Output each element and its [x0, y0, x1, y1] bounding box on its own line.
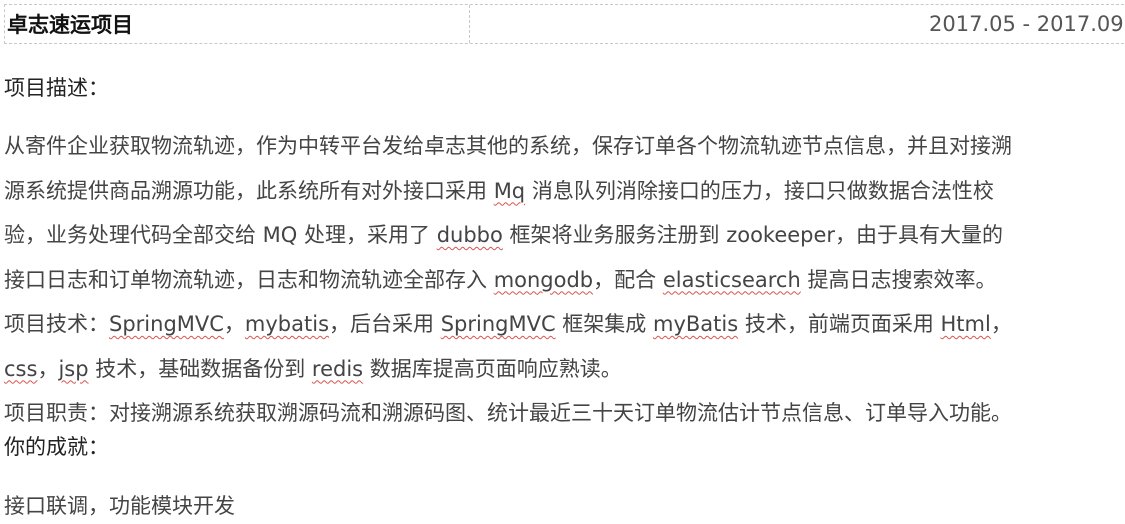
spellcheck-word: SpringMVC	[109, 312, 224, 336]
text-segment: ，后台采用	[329, 312, 441, 336]
description-line: 项目职责：对接溯源系统获取溯源码流和溯源码图、统计最近三十天订单物流估计节点信息…	[4, 391, 1125, 436]
spellcheck-word: dubbo	[436, 223, 503, 247]
text-segment: 项目技术：	[4, 312, 109, 336]
text-segment: 项目职责：对接溯源系统获取溯源码流和溯源码图、统计最近三十天订单物流估计节点信息…	[4, 401, 1012, 425]
text-segment: 技术，基础数据备份到	[88, 356, 312, 381]
description-line: 从寄件企业获取物流轨迹，作为中转平台发给卓志其他的系统，保存订单各个物流轨迹节点…	[4, 124, 1125, 169]
description-line: css，jsp 技术，基础数据备份到 redis 数据库提高页面响应熟读。	[4, 347, 1125, 392]
text-segment: 数据库提高页面响应熟读。	[363, 356, 622, 381]
text-segment: ，	[37, 356, 59, 381]
spellcheck-word: mongodb	[493, 267, 594, 292]
description-heading: 项目描述：	[4, 76, 109, 100]
spellcheck-word: Html	[940, 312, 991, 336]
description-line: 接口日志和订单物流轨迹，日志和物流轨迹全部存入 mongodb，配合 elast…	[4, 258, 1125, 303]
description-paragraph: 从寄件企业获取物流轨迹，作为中转平台发给卓志其他的系统，保存订单各个物流轨迹节点…	[4, 124, 1125, 436]
text-segment: 框架集成	[555, 312, 653, 336]
text-segment: 验，业务处理代码全部交给 MQ 处理，采用了	[4, 223, 437, 247]
text-segment: ，	[990, 312, 1012, 336]
spellcheck-word: SpringMVC	[440, 312, 556, 336]
text-segment: 接口日志和订单物流轨迹，日志和物流轨迹全部存入	[4, 267, 494, 292]
text-segment: 框架将业务服务注册到 zookeeper，由于具有大量的	[502, 223, 1004, 247]
text-segment: 提高日志搜索效率。	[800, 267, 997, 292]
spellcheck-word: elasticsearch	[662, 267, 801, 292]
spellcheck-word: myBatis	[652, 312, 739, 336]
text-segment: 技术，前端页面采用	[738, 312, 941, 336]
spellcheck-word: jsp	[58, 356, 89, 381]
text-segment: ，配合	[593, 267, 663, 292]
project-period: 2017.05 - 2017.09	[929, 12, 1124, 36]
text-segment: 源系统提供商品溯源功能，此系统所有对外接口采用	[4, 178, 494, 203]
spellcheck-word: css	[4, 356, 38, 381]
project-title: 卓志速运项目	[5, 5, 470, 43]
spellcheck-word: Mq	[493, 178, 526, 203]
achievement-text: 接口联调，功能模块开发	[4, 494, 235, 518]
project-header-row: 卓志速运项目 2017.05 - 2017.09	[4, 4, 1125, 44]
description-line: 项目技术：SpringMVC，mybatis，后台采用 SpringMVC 框架…	[4, 302, 1125, 347]
text-segment: 从寄件企业获取物流轨迹，作为中转平台发给卓志其他的系统，保存订单各个物流轨迹节点…	[4, 134, 1012, 158]
spellcheck-word: redis	[311, 356, 364, 381]
description-line: 验，业务处理代码全部交给 MQ 处理，采用了 dubbo 框架将业务服务注册到 …	[4, 213, 1125, 258]
text-segment: 消息队列消除接口的压力，接口只做数据合法性校	[525, 178, 994, 203]
text-segment: ，	[223, 312, 245, 336]
description-line: 源系统提供商品溯源功能，此系统所有对外接口采用 Mq 消息队列消除接口的压力，接…	[4, 169, 1125, 214]
spellcheck-word: mybatis	[244, 312, 330, 336]
achievement-heading: 你的成就：	[4, 435, 109, 459]
